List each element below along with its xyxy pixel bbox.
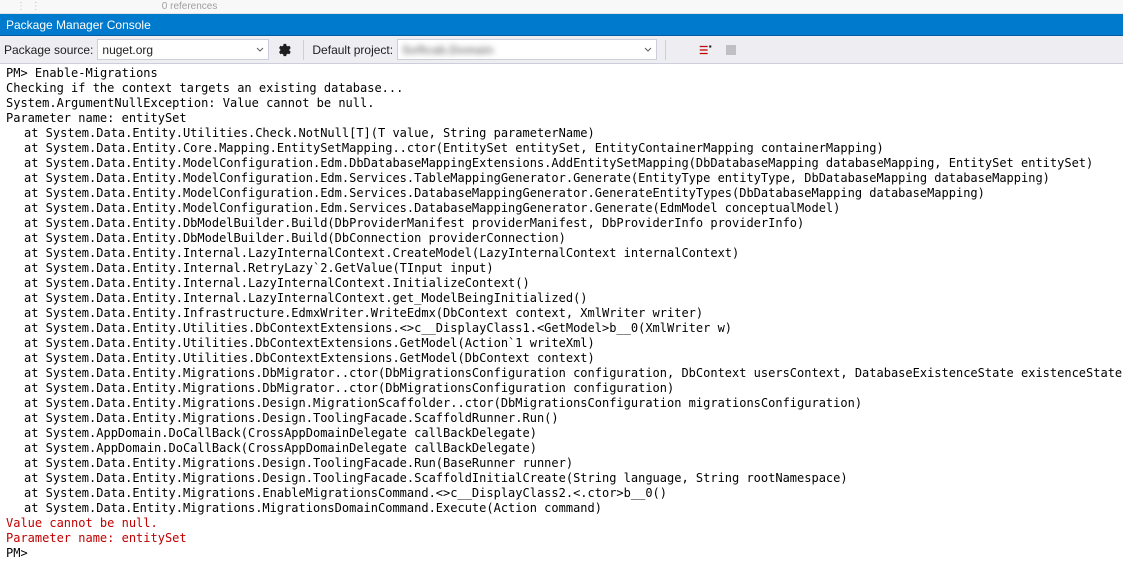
stack-line: at System.Data.Entity.ModelConfiguration… bbox=[6, 156, 1117, 171]
default-project-value: Softcab.Domain bbox=[402, 43, 493, 57]
references-codelens[interactable]: 0 references bbox=[162, 1, 218, 12]
stack-line: at System.Data.Entity.Internal.LazyInter… bbox=[6, 291, 1117, 306]
collapse-dots: ⋮ ⋮ bbox=[16, 1, 42, 12]
editor-top-strip: ⋮ ⋮ 0 references bbox=[0, 0, 1123, 14]
output-line: System.ArgumentNullException: Value cann… bbox=[6, 96, 374, 110]
stack-line: at System.Data.Entity.Internal.RetryLazy… bbox=[6, 261, 1117, 276]
stack-line: at System.Data.Entity.Migrations.Design.… bbox=[6, 456, 1117, 471]
stack-line: at System.Data.Entity.Internal.LazyInter… bbox=[6, 246, 1117, 261]
stop-icon bbox=[725, 44, 737, 56]
stack-line: at System.Data.Entity.Migrations.DbMigra… bbox=[6, 366, 1117, 381]
gear-icon bbox=[277, 43, 291, 57]
stack-line: at System.Data.Entity.Migrations.EnableM… bbox=[6, 486, 1117, 501]
chevron-down-icon bbox=[644, 46, 652, 54]
stack-line: at System.Data.Entity.ModelConfiguration… bbox=[6, 201, 1117, 216]
error-line: Parameter name: entitySet bbox=[6, 531, 187, 545]
console-output[interactable]: PM> Enable-Migrations Checking if the co… bbox=[0, 64, 1123, 562]
stack-line: at System.Data.Entity.DbModelBuilder.Bui… bbox=[6, 216, 1117, 231]
stack-line: at System.Data.Entity.Utilities.DbContex… bbox=[6, 321, 1117, 336]
error-line: Value cannot be null. bbox=[6, 516, 158, 530]
stack-line: at System.Data.Entity.Migrations.Design.… bbox=[6, 471, 1117, 486]
stack-line: at System.Data.Entity.ModelConfiguration… bbox=[6, 171, 1117, 186]
stop-button[interactable] bbox=[720, 39, 742, 61]
stack-line: at System.Data.Entity.Migrations.Design.… bbox=[6, 411, 1117, 426]
output-line: Checking if the context targets an exist… bbox=[6, 81, 403, 95]
stack-line: at System.Data.Entity.Infrastructure.Edm… bbox=[6, 306, 1117, 321]
stack-line: at System.Data.Entity.Migrations.DbMigra… bbox=[6, 381, 1117, 396]
stack-line: at System.Data.Entity.Migrations.Migrati… bbox=[6, 501, 1117, 516]
pmc-toolbar: Package source: nuget.org Default projec… bbox=[0, 36, 1123, 64]
default-project-dropdown[interactable]: Softcab.Domain bbox=[397, 39, 657, 60]
stack-line: at System.Data.Entity.Utilities.DbContex… bbox=[6, 336, 1117, 351]
stack-line: at System.Data.Entity.Utilities.DbContex… bbox=[6, 351, 1117, 366]
stack-line: at System.AppDomain.DoCallBack(CrossAppD… bbox=[6, 426, 1117, 441]
settings-gear-button[interactable] bbox=[273, 39, 295, 61]
stack-line: at System.Data.Entity.Utilities.Check.No… bbox=[6, 126, 1117, 141]
panel-title-bar: Package Manager Console bbox=[0, 14, 1123, 36]
clear-list-icon bbox=[698, 43, 712, 57]
prompt: PM> bbox=[6, 66, 28, 80]
default-project-label: Default project: bbox=[312, 43, 393, 57]
toolbar-divider bbox=[665, 40, 666, 60]
command-text: Enable-Migrations bbox=[35, 66, 158, 80]
stack-line: at System.Data.Entity.DbModelBuilder.Bui… bbox=[6, 231, 1117, 246]
clear-host-button[interactable] bbox=[694, 39, 716, 61]
package-source-label: Package source: bbox=[4, 43, 93, 57]
chevron-down-icon bbox=[256, 46, 264, 54]
stack-line: at System.Data.Entity.Migrations.Design.… bbox=[6, 396, 1117, 411]
package-source-value: nuget.org bbox=[102, 43, 153, 57]
stack-line: at System.Data.Entity.ModelConfiguration… bbox=[6, 186, 1117, 201]
stack-line: at System.Data.Entity.Core.Mapping.Entit… bbox=[6, 141, 1117, 156]
stack-line: at System.Data.Entity.Internal.LazyInter… bbox=[6, 276, 1117, 291]
stack-line: at System.AppDomain.DoCallBack(CrossAppD… bbox=[6, 441, 1117, 456]
panel-title: Package Manager Console bbox=[6, 18, 151, 32]
output-line: Parameter name: entitySet bbox=[6, 111, 187, 125]
package-source-dropdown[interactable]: nuget.org bbox=[97, 39, 269, 60]
toolbar-divider bbox=[303, 40, 304, 60]
prompt: PM> bbox=[6, 546, 28, 560]
